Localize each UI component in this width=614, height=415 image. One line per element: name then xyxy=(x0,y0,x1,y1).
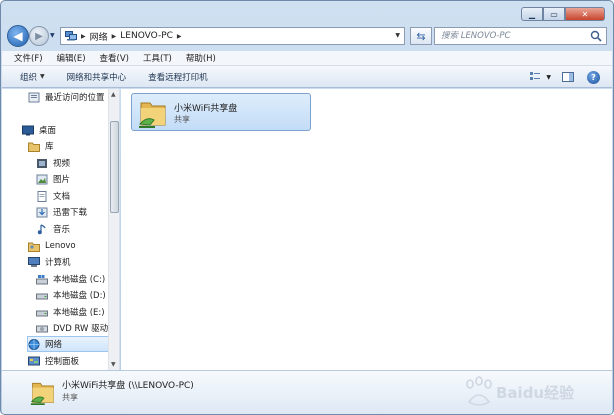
download-folder-icon xyxy=(36,207,48,217)
computer-icon xyxy=(28,256,40,267)
hard-drive-icon xyxy=(36,293,48,299)
nav-label: 迅雷下载 xyxy=(53,208,88,218)
nav-label: 库 xyxy=(45,142,54,152)
nav-label: 最近访问的位置 xyxy=(45,93,105,103)
video-icon xyxy=(37,158,47,168)
nav-label: 网络 xyxy=(45,340,63,350)
address-dropdown-icon[interactable]: ▼ xyxy=(395,32,400,39)
recent-places-icon xyxy=(28,92,40,102)
search-box[interactable] xyxy=(434,27,607,45)
nav-item-libraries[interactable]: 库 xyxy=(28,138,119,154)
crumb-lenovo-pc[interactable]: LENOVO-PC xyxy=(120,31,173,41)
search-input[interactable] xyxy=(441,31,581,41)
pictures-icon xyxy=(36,174,48,184)
nav-label: 图片 xyxy=(53,175,71,185)
preview-pane-icon[interactable] xyxy=(561,70,575,84)
details-title: 小米WiFi共享盘 (\\LENOVO-PC) xyxy=(62,381,194,391)
scroll-up-icon[interactable]: ▲ xyxy=(111,91,116,98)
watermark-text: Baidu经验 xyxy=(496,384,575,402)
baidu-watermark-logo: Baidu经验 xyxy=(466,376,575,406)
menu-edit[interactable]: 编辑(E) xyxy=(57,52,86,64)
crumb-separator[interactable]: ▶ xyxy=(112,33,117,40)
caption-buttons: ▁ ▭ ✕ xyxy=(521,7,605,21)
forward-arrow-icon: ▶ xyxy=(35,30,43,42)
nav-label: 视频 xyxy=(53,159,71,169)
nav-label: 桌面 xyxy=(39,126,57,136)
view-options-icon[interactable] xyxy=(529,70,543,84)
control-panel-icon xyxy=(28,356,40,365)
shared-folder-icon xyxy=(138,102,166,128)
maximize-button[interactable]: ▭ xyxy=(543,7,565,21)
desktop-icon xyxy=(22,125,34,135)
hard-drive-icon xyxy=(36,310,48,316)
nav-label: 本地磁盘 (D:) xyxy=(53,291,106,301)
shared-folder-item[interactable]: 小米WiFi共享盘 共享 xyxy=(131,93,311,131)
nav-scrollbar[interactable]: ▲ ▼ xyxy=(108,89,119,370)
network-icon xyxy=(28,338,40,350)
crumb-network[interactable]: 网络 xyxy=(90,30,108,43)
shared-folder-name: 小米WiFi共享盘 xyxy=(174,104,238,114)
menu-file[interactable]: 文件(F) xyxy=(14,52,43,64)
command-bar: 组织 ▼ 网络和共享中心 查看远程打印机 ▼ ? xyxy=(2,66,612,88)
refresh-button[interactable]: ⇆ xyxy=(410,27,432,45)
view-dropdown-icon[interactable]: ▼ xyxy=(546,74,551,81)
forward-button[interactable]: ▶ xyxy=(29,26,49,46)
nav-item-control-panel[interactable]: 控制面板 xyxy=(28,353,119,369)
shared-folder-icon xyxy=(30,382,54,405)
explorer-window: ▁ ▭ ✕ ◀ ▶ ▼ ▶ 网络 ▶ LENOVO-PC ▶ ▼ ⇆ 搜索 LE… xyxy=(0,0,614,415)
nav-item-lenovo[interactable]: Lenovo xyxy=(28,238,119,254)
nav-label: 本地磁盘 (C:) xyxy=(53,275,106,285)
menu-help[interactable]: 帮助(H) xyxy=(186,52,216,64)
crumb-separator[interactable]: ▶ xyxy=(177,33,182,40)
navigation-pane: 最近访问的位置 桌面 库 视频 图片 文档 迅雷下载 音乐 Lenovo 计算机… xyxy=(2,89,120,370)
shared-folder-type: 共享 xyxy=(174,115,190,124)
network-center-button[interactable]: 网络和共享中心 xyxy=(67,71,127,83)
chevron-down-icon: ▼ xyxy=(40,73,45,80)
crumb-separator[interactable]: ▶ xyxy=(81,33,86,40)
organize-label: 组织 xyxy=(20,72,38,83)
recent-pages-dropdown[interactable]: ▼ xyxy=(50,32,55,39)
refresh-icon: ⇆ xyxy=(416,29,426,43)
nav-item-network[interactable]: 网络 xyxy=(27,336,109,352)
menu-view[interactable]: 查看(V) xyxy=(100,52,129,64)
nav-item-computer[interactable]: 计算机 xyxy=(28,254,119,270)
details-subtitle: 共享 xyxy=(62,393,78,402)
nav-item-desktop[interactable]: 桌面 xyxy=(22,122,119,138)
minimize-button[interactable]: ▁ xyxy=(521,7,543,21)
music-icon xyxy=(37,223,46,234)
network-location-icon xyxy=(65,31,77,41)
address-bar[interactable]: ▶ 网络 ▶ LENOVO-PC ▶ ▼ xyxy=(60,27,405,45)
nav-label: 计算机 xyxy=(45,258,71,268)
back-button[interactable]: ◀ xyxy=(7,25,29,47)
content-pane: 小米WiFi共享盘 共享 xyxy=(121,89,612,370)
scrollbar-thumb[interactable] xyxy=(110,121,119,213)
view-controls: ▼ ? xyxy=(519,70,600,84)
library-icon xyxy=(28,142,40,152)
system-drive-icon xyxy=(36,274,48,284)
nav-label: Lenovo xyxy=(45,241,76,251)
details-pane: 小米WiFi共享盘 (\\LENOVO-PC) 共享 Baidu经验 xyxy=(2,370,612,414)
nav-label: 音乐 xyxy=(53,225,71,235)
nav-label: 控制面板 xyxy=(45,357,80,367)
help-icon[interactable]: ? xyxy=(587,70,600,84)
close-button[interactable]: ✕ xyxy=(565,7,605,21)
organize-button[interactable]: 组织 ▼ xyxy=(20,71,45,83)
document-icon xyxy=(37,190,47,202)
scroll-down-icon[interactable]: ▼ xyxy=(111,361,116,368)
nav-label: DVD RW 驱动 xyxy=(53,324,109,334)
dvd-drive-icon xyxy=(36,325,48,332)
user-folder-icon xyxy=(28,242,40,252)
view-printers-button[interactable]: 查看远程打印机 xyxy=(148,71,208,83)
nav-item-recent[interactable]: 最近访问的位置 xyxy=(28,89,119,105)
nav-label: 本地磁盘 (E:) xyxy=(53,308,105,318)
nav-label: 文档 xyxy=(53,192,71,202)
back-arrow-icon: ◀ xyxy=(13,29,23,43)
menu-tools[interactable]: 工具(T) xyxy=(143,52,172,64)
search-icon[interactable] xyxy=(590,30,602,42)
navigation-bar: ◀ ▶ ▼ ▶ 网络 ▶ LENOVO-PC ▶ ▼ ⇆ xyxy=(7,25,607,47)
menu-bar: 文件(F) 编辑(E) 查看(V) 工具(T) 帮助(H) xyxy=(2,51,612,66)
